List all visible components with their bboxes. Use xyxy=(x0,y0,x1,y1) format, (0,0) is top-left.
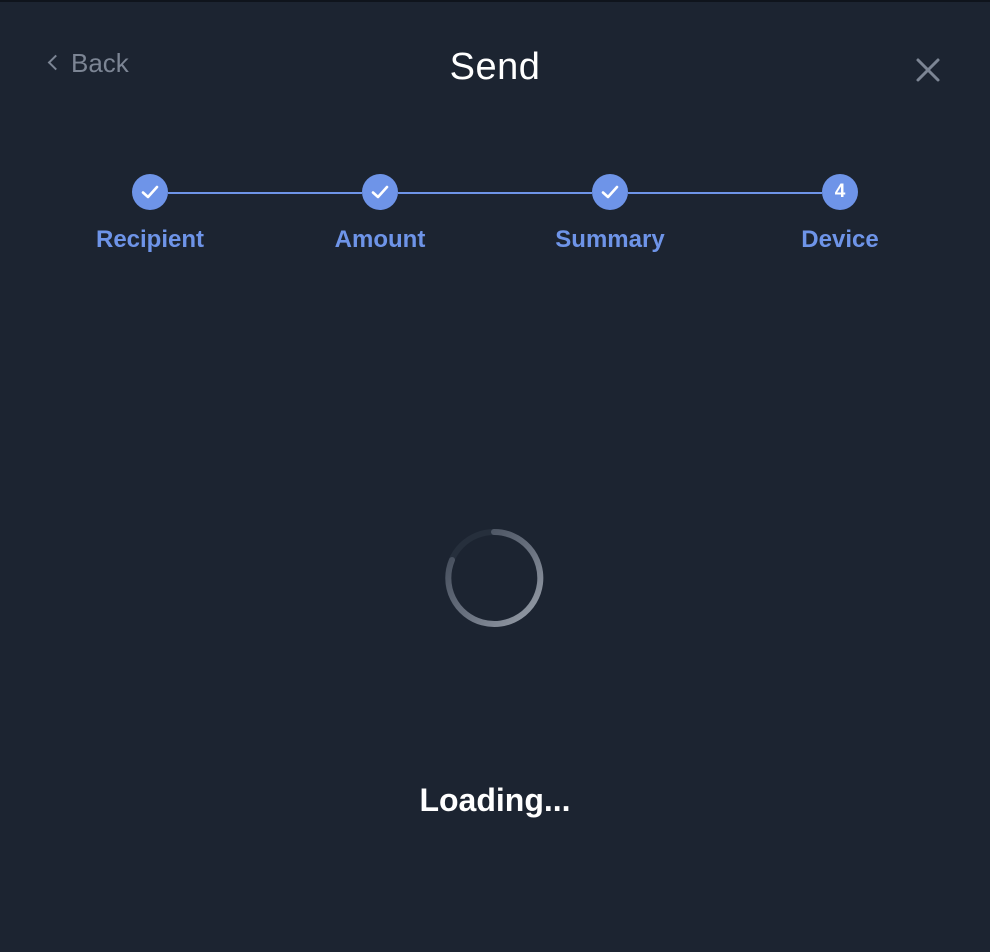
step-amount-marker xyxy=(362,174,398,210)
step-recipient-marker xyxy=(132,174,168,210)
step-amount-label: Amount xyxy=(334,226,426,253)
check-icon xyxy=(601,185,619,199)
send-modal: Back Send Recipient Amount Summary 4 Dev… xyxy=(0,2,990,952)
step-device-label: Device xyxy=(801,226,879,253)
step-device-marker: 4 xyxy=(822,174,858,210)
step-summary-label: Summary xyxy=(555,226,665,253)
check-icon xyxy=(371,185,389,199)
step-summary-marker xyxy=(592,174,628,210)
page-title: Send xyxy=(449,46,541,88)
step-connector-2 xyxy=(398,192,592,194)
stepper: Recipient Amount Summary 4 Device xyxy=(0,174,990,264)
loading-text: Loading... xyxy=(419,782,571,818)
step-connector-1 xyxy=(168,192,362,194)
close-icon xyxy=(916,58,940,82)
check-icon xyxy=(141,185,159,199)
close-button[interactable] xyxy=(912,54,944,86)
step-recipient-label: Recipient xyxy=(95,226,205,253)
step-connector-3 xyxy=(628,192,822,194)
loading-spinner-icon xyxy=(443,527,545,629)
step-device-number: 4 xyxy=(834,181,846,202)
